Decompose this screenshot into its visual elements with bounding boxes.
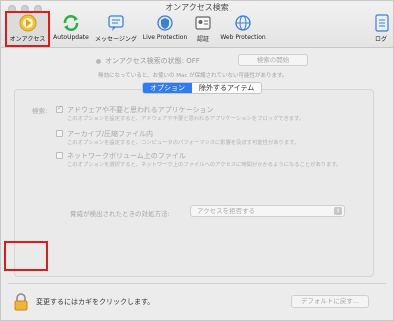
window-title: オンアクセス検索 <box>165 3 229 12</box>
toolbar-item-auth[interactable]: 認証 <box>192 13 214 45</box>
restore-defaults-button[interactable]: デフォルトに戻す... <box>291 295 369 308</box>
status-indicator-icon <box>96 58 101 64</box>
option-description: このオプションを設定すると、コンピュータのパフォーマンスに影響を及ぼす可能性があ… <box>67 140 300 146</box>
lock-highlight <box>4 241 48 271</box>
lock-icon[interactable] <box>13 293 29 311</box>
log-icon <box>375 14 389 32</box>
adware-checkbox[interactable] <box>56 104 63 113</box>
tab-options[interactable]: オプション <box>143 83 192 93</box>
live-protection-icon <box>157 15 173 31</box>
messaging-icon <box>108 15 124 31</box>
scan-status-text: オンアクセス検索の状態: OFF <box>105 57 200 65</box>
refresh-icon <box>63 15 79 31</box>
tab-exclusions[interactable]: 除外するアイテム <box>192 83 262 93</box>
toolbar-item-onaccess[interactable]: オンアクセス <box>7 13 48 45</box>
option-description: このオプションを選択すると、ネットワーク上のファイルへのアクセスに時間がかかるよ… <box>67 162 342 168</box>
option-description: このオプションを設定すると、アドウェアや不要と思われるアプリケーションをブロック… <box>67 116 305 122</box>
toolbar-item-web-protection[interactable]: Web Protection <box>217 13 269 45</box>
toolbar-item-autoupdate[interactable]: AutoUpdate <box>51 13 91 45</box>
threat-action-value: アクセスを拒否する <box>197 207 256 215</box>
auth-icon <box>195 16 211 30</box>
lock-hint: 変更するにはカギをクリックします。 <box>36 298 155 306</box>
toolbar-item-messaging[interactable]: メッセージング <box>93 13 139 45</box>
network-volumes-checkbox[interactable] <box>56 152 63 159</box>
preferences-window: オンアクセス検索 オンアクセス AutoUpdate メッセージング Live … <box>0 0 394 321</box>
globe-icon <box>235 15 251 31</box>
onaccess-pane: オンアクセス検索の状態: OFF 検索の開始 無効になっていると、お使いの Ma… <box>8 49 386 317</box>
threat-action-label: 脅威が検出されたときの対処方法: <box>70 210 170 218</box>
status-description: 無効になっていると、お使いの Mac が保護されていない可能性があります。 <box>98 73 288 79</box>
archives-checkbox[interactable] <box>56 130 63 137</box>
start-scan-button[interactable]: 検索の開始 <box>238 54 308 66</box>
chevron-updown-icon: ⇕ <box>334 207 342 215</box>
onaccess-shield-icon <box>19 14 36 32</box>
scan-label: 検索: <box>32 107 48 115</box>
toolbar-item-log[interactable]: ログ <box>371 13 391 45</box>
tab-bar: オプション 除外するアイテム <box>142 82 263 94</box>
toolbar: オンアクセス検索 オンアクセス AutoUpdate メッセージング Live … <box>1 1 393 48</box>
footer-divider <box>8 283 386 284</box>
threat-action-select[interactable]: アクセスを拒否する ⇕ <box>190 205 345 217</box>
scan-status: オンアクセス検索の状態: OFF <box>96 56 200 66</box>
toolbar-item-live-protection[interactable]: Live Protection <box>141 13 189 45</box>
